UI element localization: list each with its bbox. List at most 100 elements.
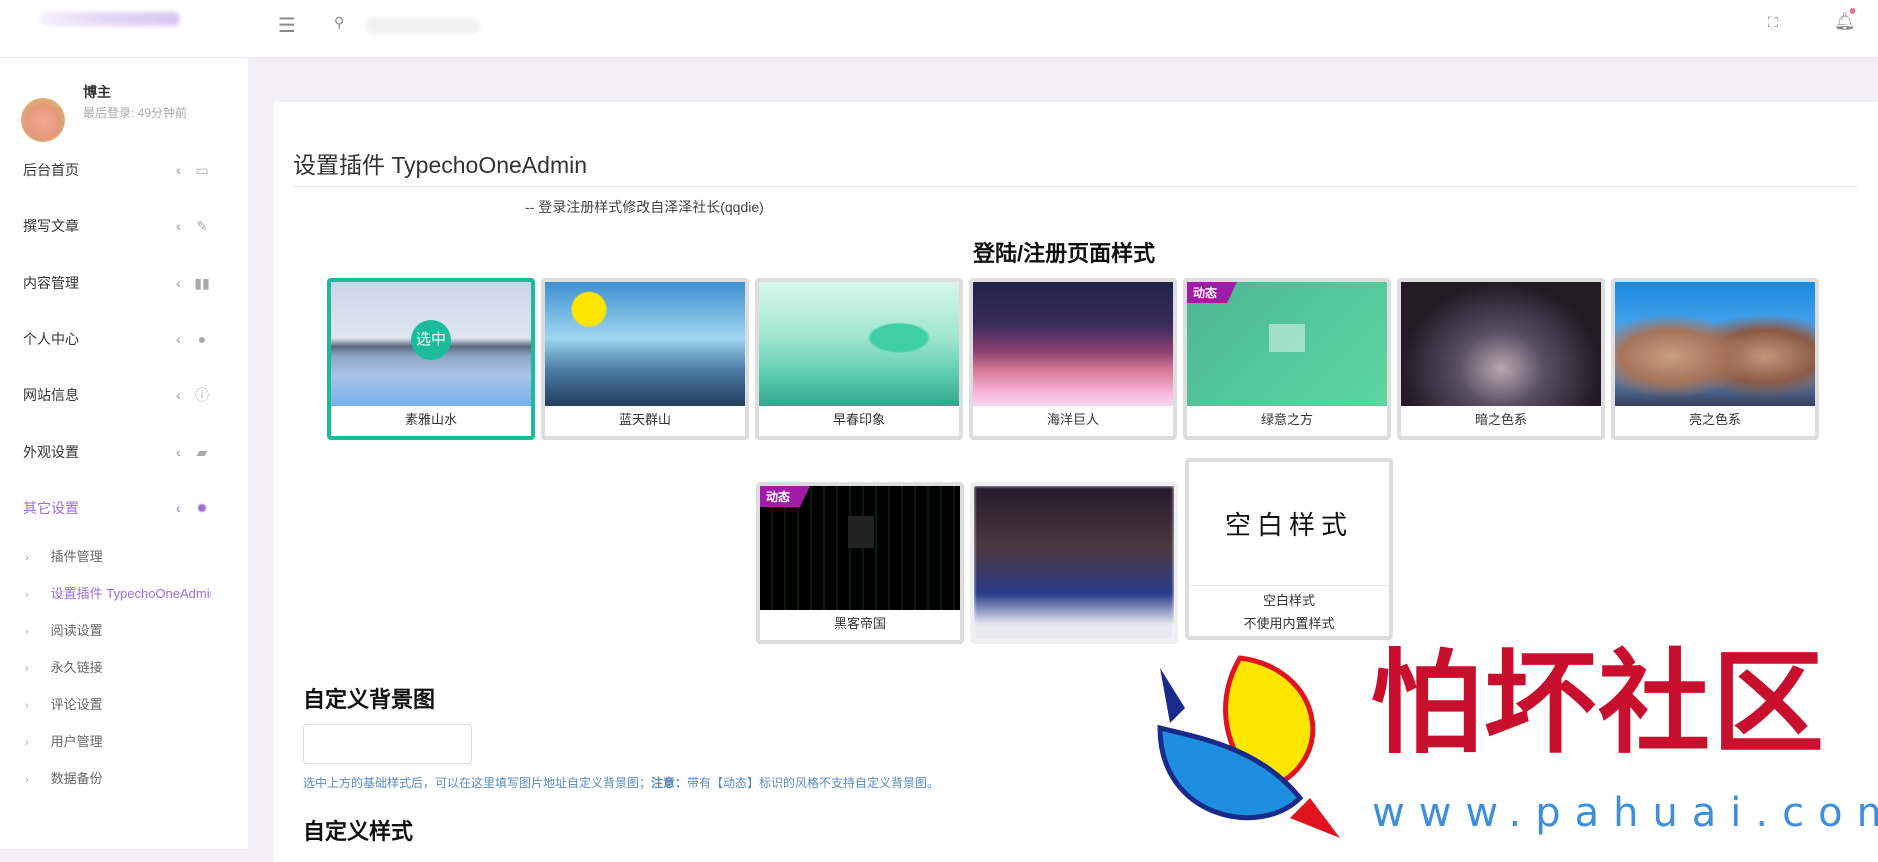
template-thumbnail xyxy=(1401,282,1601,406)
hamburger-icon[interactable]: ☰ xyxy=(278,13,296,38)
template-label: 黑客帝国 xyxy=(833,616,886,631)
sidebar-subitem-comments[interactable]: › 评论设置 xyxy=(25,694,245,713)
template-card-hacker[interactable]: 动态 黑客帝国 xyxy=(756,482,964,644)
subitem-label: 用户管理 xyxy=(50,734,103,749)
monitor-icon: ▭ xyxy=(195,161,209,178)
template-card-blurred[interactable] xyxy=(970,482,1178,644)
login-form-preview xyxy=(1269,324,1305,352)
style-section-heading: 登陆/注册页面样式 xyxy=(973,241,1156,266)
sidebar-item-label: 内容管理 xyxy=(23,275,79,291)
gear-icon: ✹ xyxy=(196,499,208,516)
custom-bg-help: 选中上方的基础样式后，可以在这里填写图片地址自定义背景图；注意：带有【动态】标识… xyxy=(303,774,939,791)
fullscreen-icon[interactable]: ⛶ xyxy=(1768,14,1778,31)
sidebar-subitem-plugin-config[interactable]: › 设置插件 TypechoOneAdmin xyxy=(25,583,211,602)
template-thumbnail xyxy=(1615,282,1815,406)
watermark-url: www.pahuai.com xyxy=(1372,790,1878,836)
avatar[interactable] xyxy=(21,98,65,142)
template-thumbnail xyxy=(974,486,1174,640)
chevron-right-icon: › xyxy=(25,700,29,712)
template-label: 暗之色系 xyxy=(1474,412,1527,427)
sidebar-item-label: 网站信息 xyxy=(23,387,79,403)
help-note: 带有【动态】标识的风格不支持自定义背景图。 xyxy=(687,776,940,790)
chevron-right-icon: › xyxy=(25,589,29,601)
user-icon: ● xyxy=(197,331,207,347)
chevron-right-icon: › xyxy=(25,663,29,675)
sidebar-item-label: 外观设置 xyxy=(23,444,79,460)
chevron-left-icon: ‹ xyxy=(176,500,181,516)
template-thumbnail xyxy=(973,282,1173,406)
sidebar-subitem-plugins[interactable]: › 插件管理 xyxy=(25,546,245,565)
user-name: 博主 xyxy=(83,84,111,100)
chevron-left-icon: ‹ xyxy=(176,275,181,291)
chevron-right-icon: › xyxy=(25,774,29,786)
credit-subtitle: -- 登录注册样式修改自泽泽社长(qqdie) xyxy=(525,199,764,215)
template-label: 空白样式 xyxy=(1262,593,1315,608)
template-card-ocean-giant[interactable]: 海洋巨人 xyxy=(969,278,1177,440)
template-label: 海洋巨人 xyxy=(1046,412,1099,427)
top-header: ☰ ⚲ ⛶ 🔔︎ xyxy=(0,0,1878,58)
last-login: 最后登录: 49分钟前 xyxy=(83,106,188,120)
chevron-left-icon: ‹ xyxy=(176,387,181,403)
sidebar-item-appearance[interactable]: 外观设置 ‹ ▰ xyxy=(23,440,223,464)
chevron-left-icon: ‹ xyxy=(176,444,181,460)
sidebar-subitem-backup[interactable]: › 数据备份 xyxy=(25,768,245,787)
sidebar-item-site-info[interactable]: 网站信息 ‹ ⓘ xyxy=(23,383,223,407)
page-title: 设置插件 TypechoOneAdmin xyxy=(293,152,588,178)
sidebar-subitem-reading[interactable]: › 阅读设置 xyxy=(25,620,245,639)
subitem-label: 数据备份 xyxy=(50,771,103,786)
bell-icon[interactable]: 🔔︎ xyxy=(1834,12,1856,32)
template-card-blank[interactable]: 空白样式 空白样式 不使用内置样式 xyxy=(1185,458,1393,640)
chevron-right-icon: › xyxy=(25,626,29,638)
chevron-left-icon: ‹ xyxy=(176,331,181,347)
sidebar-item-dashboard[interactable]: 后台首页 ‹ ▭ xyxy=(23,158,223,182)
template-thumbnail: 动态 xyxy=(1187,282,1387,406)
help-text: 选中上方的基础样式后，可以在这里填写图片地址自定义背景图； xyxy=(303,776,652,790)
sidebar-item-profile[interactable]: 个人中心 ‹ ● xyxy=(23,327,223,351)
chevron-left-icon: ‹ xyxy=(176,218,181,234)
book-icon: ▮▮ xyxy=(194,274,210,291)
custom-style-heading: 自定义样式 xyxy=(303,819,414,844)
template-card-green[interactable]: 动态 绿意之方 xyxy=(1183,278,1391,440)
notification-dot xyxy=(1850,8,1855,14)
sidebar-item-label: 后台首页 xyxy=(23,162,79,178)
custom-bg-heading: 自定义背景图 xyxy=(303,687,436,712)
help-note-label: 注意： xyxy=(651,776,688,790)
sidebar-item-content[interactable]: 内容管理 ‹ ▮▮ xyxy=(23,271,223,295)
template-label: 素雅山水 xyxy=(404,412,457,427)
search-input[interactable] xyxy=(365,18,480,34)
chevron-right-icon: › xyxy=(25,737,29,749)
template-card-blue-sky[interactable]: 蓝天群山 xyxy=(541,278,749,440)
template-thumbnail: 动态 xyxy=(760,486,960,610)
selected-badge: 选中 xyxy=(411,320,451,360)
template-label: 亮之色系 xyxy=(1688,412,1741,427)
chevron-left-icon: ‹ xyxy=(176,162,181,178)
template-card-light[interactable]: 亮之色系 xyxy=(1611,278,1819,440)
fish-logo-icon xyxy=(1157,655,1340,838)
subitem-label: 插件管理 xyxy=(50,549,103,564)
sidebar-item-label: 其它设置 xyxy=(23,500,79,516)
template-card-suya[interactable]: 选中 素雅山水 xyxy=(327,278,535,440)
info-icon: ⓘ xyxy=(195,387,209,403)
sidebar-item-other-settings[interactable]: 其它设置 ‹ ✹ xyxy=(23,496,223,520)
site-logo[interactable] xyxy=(40,12,180,26)
subitem-label: 永久链接 xyxy=(50,660,103,675)
divider xyxy=(293,186,1857,187)
sidebar-item-label: 个人中心 xyxy=(23,331,79,347)
template-thumbnail: 空白样式 xyxy=(1189,462,1389,586)
template-card-dark[interactable]: 暗之色系 xyxy=(1397,278,1605,440)
login-form-preview xyxy=(848,516,874,548)
chevron-right-icon: › xyxy=(25,552,29,564)
subitem-label: 评论设置 xyxy=(50,697,103,712)
pencil-icon: ✎ xyxy=(196,217,208,234)
template-card-early-spring[interactable]: 早春印象 xyxy=(755,278,963,440)
sidebar-subitem-permalink[interactable]: › 永久链接 xyxy=(25,657,245,676)
template-thumbnail xyxy=(545,282,745,406)
template-thumbnail: 选中 xyxy=(331,282,531,406)
template-description: 不使用内置样式 xyxy=(1243,616,1335,631)
template-label: 绿意之方 xyxy=(1260,412,1313,427)
custom-bg-input[interactable] xyxy=(303,724,472,764)
sidebar-subitem-users[interactable]: › 用户管理 xyxy=(25,731,245,750)
search-icon[interactable]: ⚲ xyxy=(334,14,344,31)
dynamic-badge: 动态 xyxy=(1187,282,1238,303)
sidebar-item-write[interactable]: 撰写文章 ‹ ✎ xyxy=(23,214,223,238)
